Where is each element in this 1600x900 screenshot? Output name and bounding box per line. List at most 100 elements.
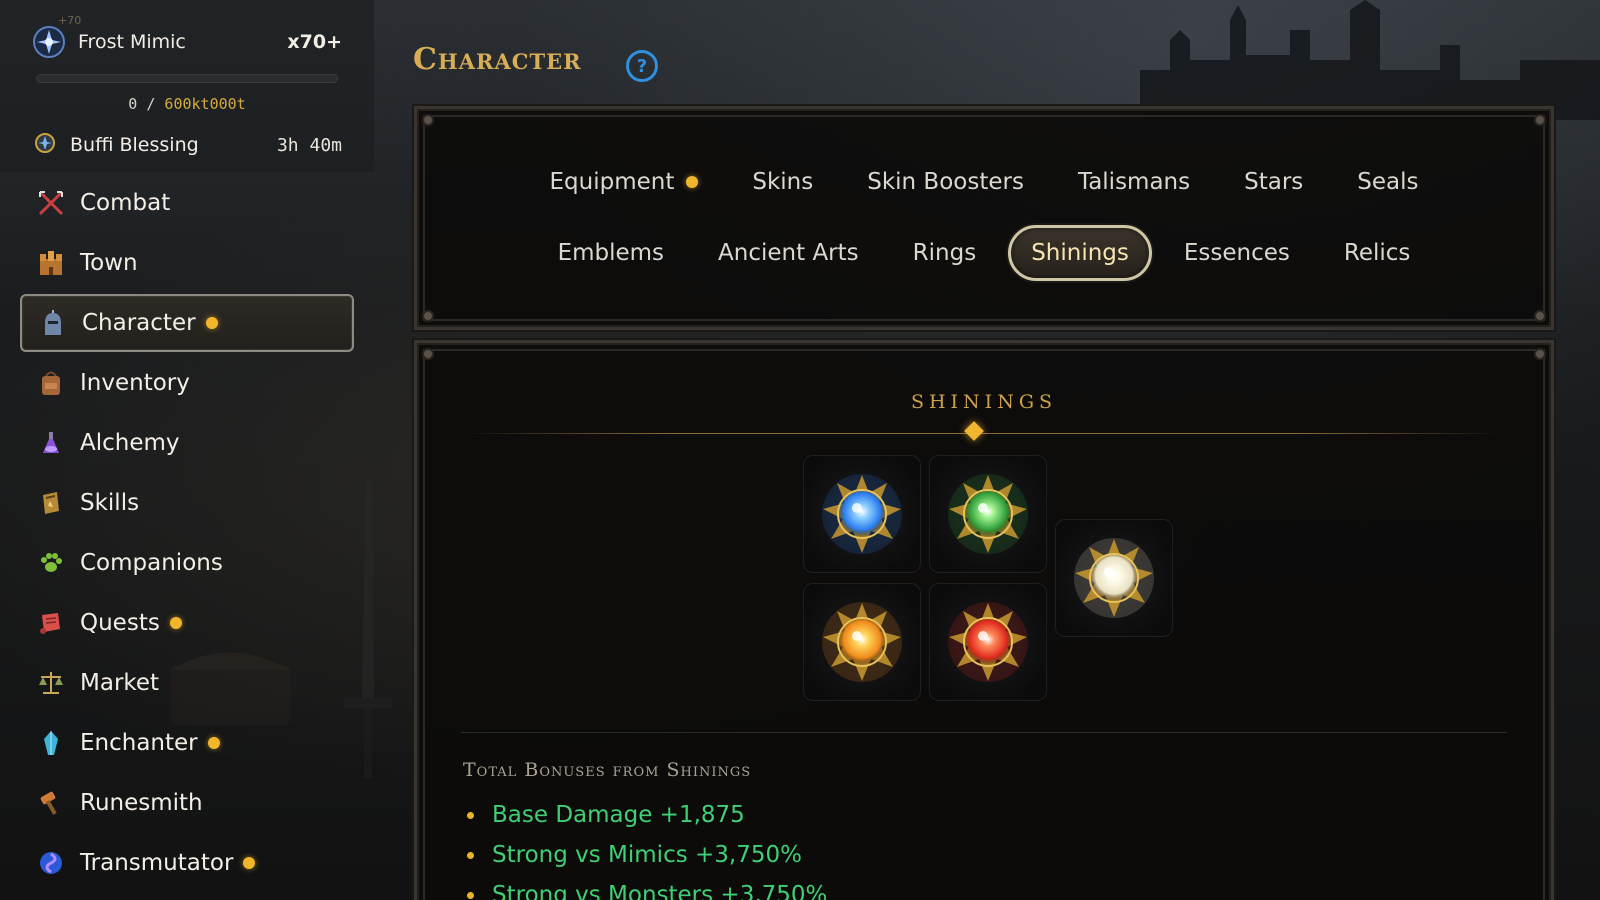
tab-label: Seals [1357, 169, 1419, 195]
tab-row-secondary: Emblems Ancient Arts Rings Shinings Esse… [417, 225, 1551, 281]
bonus-item: Base Damage +1,875 [463, 795, 827, 835]
notification-dot [686, 176, 699, 188]
tab-skin-boosters[interactable]: Skin Boosters [845, 155, 1046, 209]
scroll-icon [36, 608, 66, 638]
tab-label: Relics [1343, 240, 1411, 266]
shining-slot-green[interactable] [929, 455, 1047, 573]
tab-seals[interactable]: Seals [1335, 155, 1440, 209]
nav-label: Runesmith [80, 790, 203, 816]
boss-hp-text: 0 / 600kt000t [0, 95, 374, 113]
bonus-text: Base Damage +1,875 [492, 802, 745, 828]
swirl-orb-icon [36, 848, 66, 878]
notification-dot [243, 857, 256, 869]
boss-multiplier: x70+ [287, 31, 342, 53]
frame-rivet [1531, 345, 1549, 363]
tab-label: Emblems [557, 240, 665, 266]
nav-label: Combat [80, 190, 171, 216]
nav-label: Companions [80, 550, 223, 576]
notification-dot [169, 617, 182, 629]
nav-item-combat[interactable]: Combat [20, 174, 354, 232]
bonus-text: Strong vs Mimics +3,750% [492, 842, 802, 868]
blue-shining-orb-icon [822, 474, 902, 554]
shinings-panel: SHININGS Total Bonuses from Shinings Bas… [414, 340, 1554, 900]
nav-item-character[interactable]: Character [20, 294, 354, 352]
shining-slot-red[interactable] [929, 583, 1047, 701]
tab-rings[interactable]: Rings [891, 226, 999, 280]
orange-shining-orb-icon [822, 602, 902, 682]
nav-label: Enchanter [80, 730, 198, 756]
section-divider [465, 433, 1503, 434]
shining-slot-white[interactable] [1055, 519, 1173, 637]
hammer-icon [36, 788, 66, 818]
blessing-icon [34, 132, 56, 158]
potion-icon [36, 428, 66, 458]
castle-icon [36, 248, 66, 278]
tab-label: Skin Boosters [867, 169, 1024, 195]
tab-label: Rings [912, 240, 977, 266]
nav-label: Transmutator [80, 850, 234, 876]
tab-row-primary: Equipment Skins Skin Boosters Talismans … [417, 155, 1551, 209]
spellbook-icon [36, 488, 66, 518]
nav-item-enchanter[interactable]: Enchanter [20, 714, 354, 772]
tab-panel: Equipment Skins Skin Boosters Talismans … [414, 106, 1554, 330]
help-icon[interactable]: ? [626, 50, 658, 82]
tab-stars[interactable]: Stars [1222, 155, 1325, 209]
nav-item-inventory[interactable]: Inventory [20, 354, 354, 412]
sidebar: +70 Frost Mimic x70+ 0 / 600kt000t Buffi… [0, 0, 374, 900]
shining-slot-blue[interactable] [803, 455, 921, 573]
boss-row[interactable]: Frost Mimic x70+ [32, 24, 342, 60]
tab-ancient-arts[interactable]: Ancient Arts [696, 226, 881, 280]
tab-label: Equipment [549, 169, 675, 195]
tab-skins[interactable]: Skins [730, 155, 835, 209]
status-panel: +70 Frost Mimic x70+ 0 / 600kt000t Buffi… [0, 0, 374, 172]
boss-hp-separator: / [146, 95, 156, 113]
frame-rivet [1531, 111, 1549, 129]
crystal-icon [36, 728, 66, 758]
tab-talismans[interactable]: Talismans [1056, 155, 1212, 209]
bullet-icon [467, 891, 474, 899]
nav-item-town[interactable]: Town [20, 234, 354, 292]
notification-dot [207, 737, 220, 749]
tab-equipment[interactable]: Equipment [528, 155, 721, 209]
bonus-text: Strong vs Monsters +3,750% [492, 882, 828, 900]
frame-rivet [419, 307, 437, 325]
notification-dot [205, 317, 218, 329]
boss-health-bar [36, 74, 338, 83]
paw-icon [36, 548, 66, 578]
tab-essences[interactable]: Essences [1162, 226, 1312, 280]
divider-gem-icon [964, 421, 984, 441]
main-nav: Combat Town Character Inventory Alchemy … [20, 174, 354, 894]
boss-hp-max: 600kt000t [164, 95, 246, 113]
tab-shinings[interactable]: Shinings [1008, 225, 1152, 281]
bonus-title: Total Bonuses from Shinings [463, 759, 752, 781]
bonus-list: Base Damage +1,875 Strong vs Mimics +3,7… [463, 795, 827, 900]
nav-item-skills[interactable]: Skills [20, 474, 354, 532]
nav-label: Quests [80, 610, 160, 636]
tab-label: Talismans [1077, 169, 1191, 195]
tab-emblems[interactable]: Emblems [536, 226, 686, 280]
nav-item-quests[interactable]: Quests [20, 594, 354, 652]
nav-label: Alchemy [80, 430, 180, 456]
nav-item-market[interactable]: Market [20, 654, 354, 712]
bonus-item: Strong vs Monsters +3,750% [463, 875, 827, 900]
boss-hp-current: 0 [128, 95, 138, 113]
bullet-icon [467, 811, 474, 819]
tab-label: Essences [1183, 240, 1290, 266]
nav-item-alchemy[interactable]: Alchemy [20, 414, 354, 472]
shining-slot-orange[interactable] [803, 583, 921, 701]
white-shining-orb-icon [1074, 538, 1154, 618]
frame-rivet [1531, 307, 1549, 325]
section-title: SHININGS [910, 391, 1058, 413]
blessing-row[interactable]: Buffi Blessing 3h 40m [34, 130, 342, 160]
bonus-item: Strong vs Mimics +3,750% [463, 835, 827, 875]
bullet-icon [467, 851, 474, 859]
nav-item-transmutator[interactable]: Transmutator [20, 834, 354, 892]
frame-rivet [419, 111, 437, 129]
tab-label: Skins [752, 169, 814, 195]
tab-label: Ancient Arts [718, 240, 859, 266]
nav-label: Character [82, 310, 196, 336]
nav-item-runesmith[interactable]: Runesmith [20, 774, 354, 832]
frame-rivet [419, 345, 437, 363]
nav-item-companions[interactable]: Companions [20, 534, 354, 592]
tab-relics[interactable]: Relics [1322, 226, 1433, 280]
